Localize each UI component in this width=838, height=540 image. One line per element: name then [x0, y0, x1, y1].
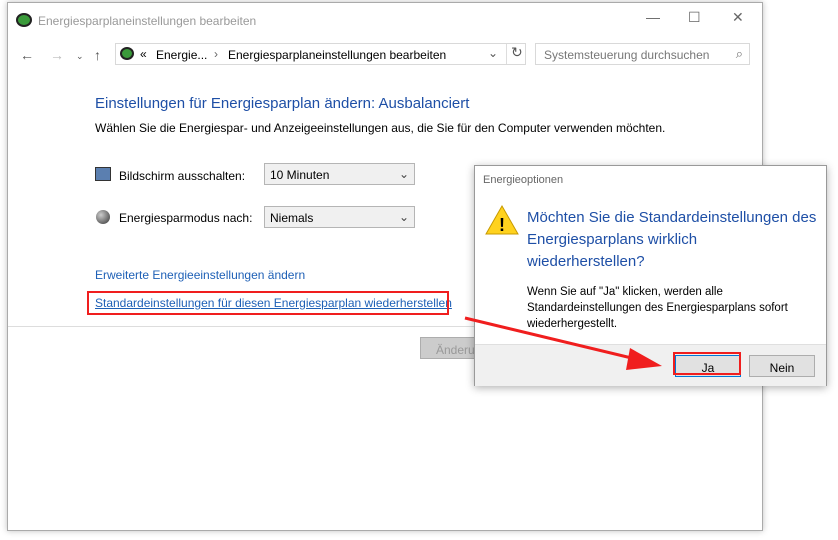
annotation-arrow	[464, 316, 662, 370]
